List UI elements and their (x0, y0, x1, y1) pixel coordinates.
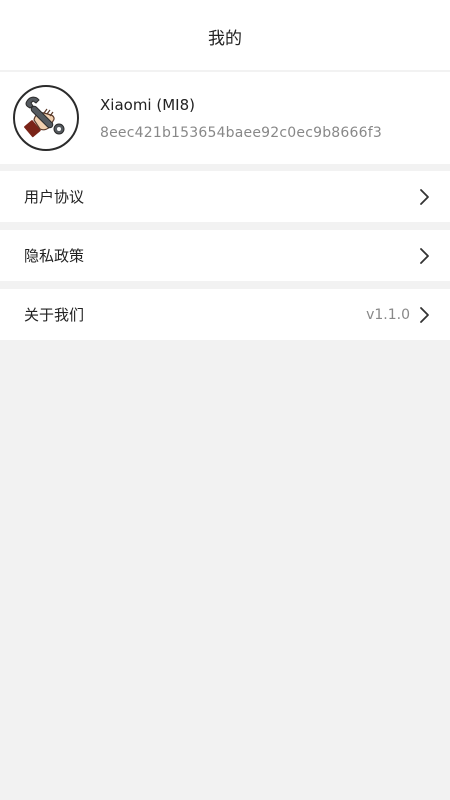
menu-item-label: 关于我们 (24, 306, 85, 324)
menu-item-label: 隐私政策 (24, 247, 85, 265)
profile-card: Xiaomi (MI8) 8eec421b153654baee92c0ec9b8… (0, 72, 450, 164)
profile-info: Xiaomi (MI8) 8eec421b153654baee92c0ec9b8… (100, 96, 382, 141)
page-title: 我的 (208, 28, 242, 49)
chevron-right-icon (418, 247, 432, 265)
menu-item-label: 用户协议 (24, 188, 85, 206)
menu-item-right (418, 188, 432, 206)
version-label: v1.1.0 (366, 306, 410, 323)
wrench-in-hand-icon (17, 87, 75, 149)
avatar (13, 85, 79, 151)
menu-item-about-us[interactable]: 关于我们 v1.1.0 (0, 289, 450, 340)
menu-item-user-agreement[interactable]: 用户协议 (0, 171, 450, 222)
device-name: Xiaomi (MI8) (100, 95, 195, 114)
menu-item-privacy-policy[interactable]: 隐私政策 (0, 230, 450, 281)
menu-item-right (418, 247, 432, 265)
top-bar: 我的 (0, 0, 450, 70)
device-id: 8eec421b153654baee92c0ec9b8666f3 (100, 124, 382, 141)
menu-item-right: v1.1.0 (366, 306, 432, 324)
chevron-right-icon (418, 306, 432, 324)
chevron-right-icon (418, 188, 432, 206)
